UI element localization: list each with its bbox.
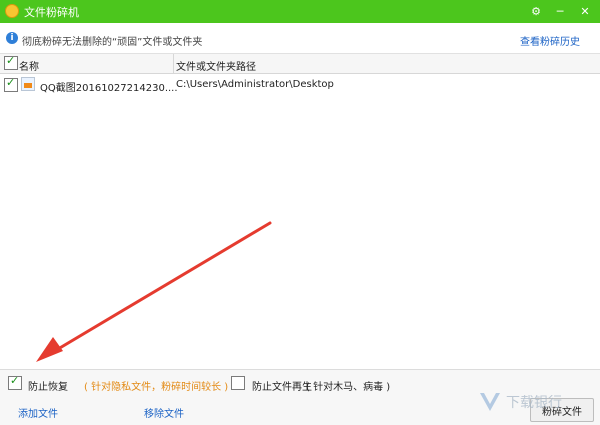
check-icon: ✓	[10, 374, 20, 387]
info-icon: i	[6, 32, 18, 44]
image-file-icon	[21, 77, 35, 91]
window-title: 文件粉碎机	[24, 6, 79, 19]
check-icon: ✓	[6, 54, 16, 67]
settings-icon[interactable]: ⚙	[524, 2, 548, 20]
window-titlebar: 文件粉碎机 ⚙ ─ ✕	[0, 0, 600, 23]
prevent-regeneration-label: 防止文件再生	[252, 382, 312, 393]
prevent-recovery-checkbox[interactable]: ✓	[8, 374, 22, 390]
table-header: ✓ 名称 文件或文件夹路径	[0, 54, 600, 74]
view-history-link[interactable]: 查看粉碎历史	[520, 33, 580, 48]
check-icon: ✓	[6, 76, 16, 89]
prevent-recovery-note: ( 针对隐私文件，粉碎时间较长 )	[84, 382, 229, 393]
column-name: 名称	[19, 62, 39, 73]
table-row[interactable]: ✓ QQ截图20161027214230.... C:\Users\Admini…	[0, 74, 600, 94]
column-divider	[173, 54, 174, 73]
column-path: 文件或文件夹路径	[176, 62, 256, 73]
minimize-button[interactable]: ─	[548, 2, 572, 20]
remove-files-link[interactable]: 移除文件	[144, 405, 184, 420]
shredder-app-icon	[5, 4, 19, 18]
info-text: 彻底粉碎无法删除的“顽固”文件或文件夹	[22, 37, 203, 48]
add-files-link[interactable]: 添加文件	[18, 405, 58, 420]
prevent-regeneration-checkbox[interactable]	[231, 376, 245, 390]
close-button[interactable]: ✕	[573, 2, 597, 20]
select-all-checkbox[interactable]: ✓	[4, 54, 18, 70]
prevent-recovery-label: 防止恢复	[28, 382, 68, 393]
file-name: QQ截图20161027214230....	[40, 83, 178, 94]
shred-files-button[interactable]: 粉碎文件	[530, 398, 594, 422]
bottom-panel: ✓ 防止恢复 ( 针对隐私文件，粉碎时间较长 ) 防止文件再生 ( 针对木马、病…	[0, 369, 600, 425]
prevent-regeneration-note: ( 针对木马、病毒 )	[306, 382, 391, 393]
file-path: C:\Users\Administrator\Desktop	[176, 79, 334, 90]
row-checkbox[interactable]: ✓	[4, 76, 18, 92]
info-bar: i 彻底粉碎无法删除的“顽固”文件或文件夹 查看粉碎历史	[0, 23, 600, 54]
